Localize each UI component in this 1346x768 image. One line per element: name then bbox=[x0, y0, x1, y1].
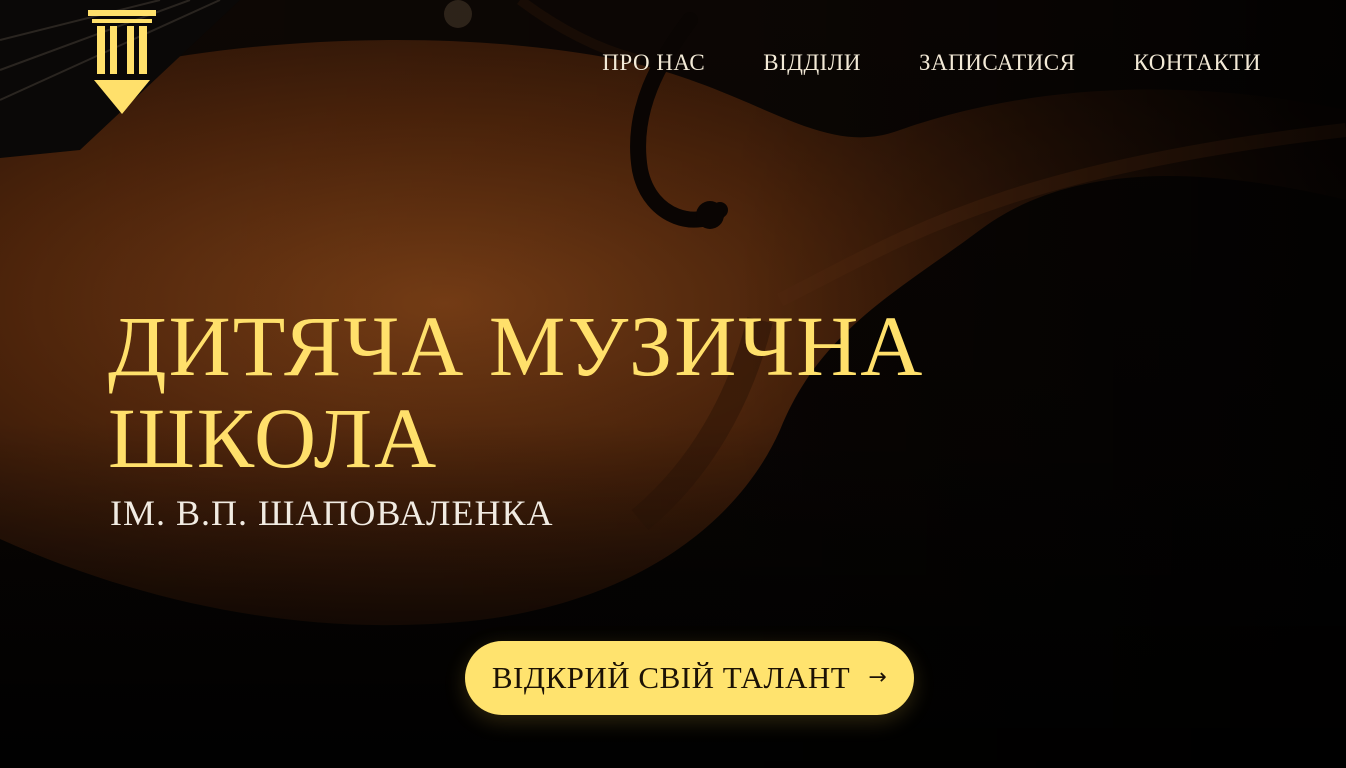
nav-link-contacts[interactable]: КОНТАКТИ bbox=[1133, 50, 1261, 76]
school-logo-icon[interactable] bbox=[86, 8, 158, 118]
discover-talent-button[interactable]: ВІДКРИЙ СВІЙ ТАЛАНТ → bbox=[465, 641, 914, 715]
nav-link-about[interactable]: ПРО НАС bbox=[602, 50, 705, 76]
arrow-right-icon: → bbox=[868, 665, 888, 690]
page-title-line-2: ШКОЛА bbox=[108, 390, 439, 486]
page-title-line-1: ДИТЯЧА МУЗИЧНА bbox=[108, 298, 925, 394]
cta-label: ВІДКРИЙ СВІЙ ТАЛАНТ bbox=[491, 660, 851, 695]
main-navigation: ПРО НАС ВІДДІЛИ ЗАПИСАТИСЯ КОНТАКТИ bbox=[602, 50, 1261, 76]
hero-section: ПРО НАС ВІДДІЛИ ЗАПИСАТИСЯ КОНТАКТИ ДИТЯ… bbox=[0, 0, 1346, 768]
nav-link-enroll[interactable]: ЗАПИСАТИСЯ bbox=[919, 50, 1075, 76]
page-title: ДИТЯЧА МУЗИЧНА ШКОЛА bbox=[108, 300, 924, 484]
page-subtitle: ІМ. В.П. ШАПОВАЛЕНКА bbox=[110, 493, 554, 533]
nav-link-departments[interactable]: ВІДДІЛИ bbox=[763, 50, 861, 76]
